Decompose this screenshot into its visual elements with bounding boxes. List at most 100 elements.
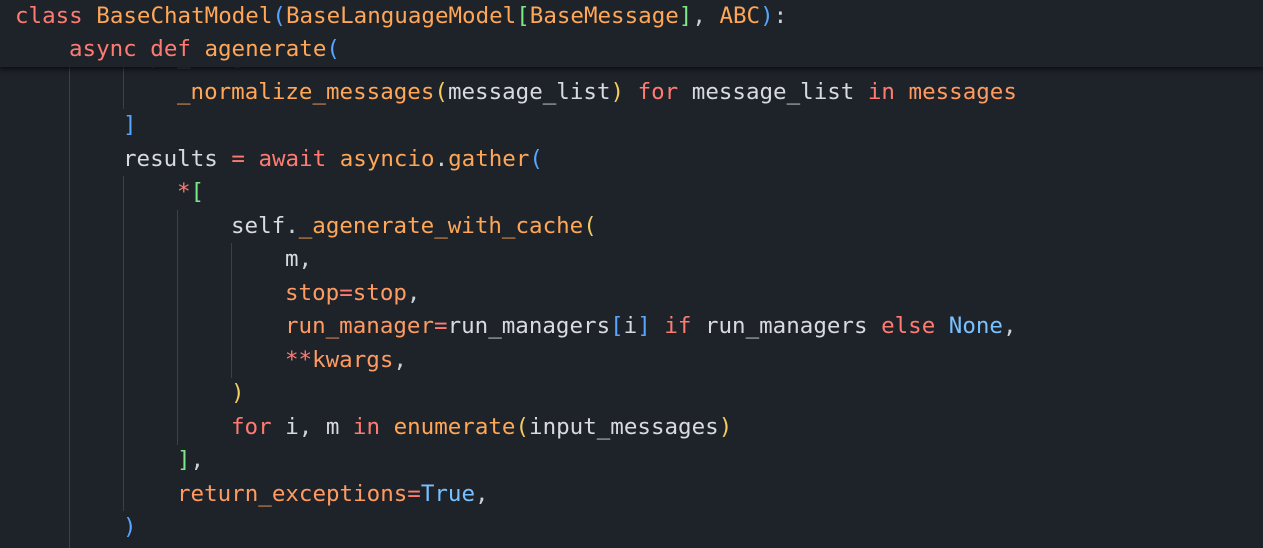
code-line[interactable]: ], (177, 444, 1263, 478)
code-token: in (867, 79, 895, 105)
code-token: True (420, 481, 476, 507)
code-token: = (407, 481, 421, 507)
code-token: ( (326, 36, 340, 62)
code-token: = (434, 313, 448, 339)
code-editor[interactable]: class BaseChatModel(BaseLanguageModel[Ba… (0, 0, 1263, 548)
code-token: ) (123, 514, 137, 540)
code-token: BaseMessage (529, 3, 679, 29)
code-line[interactable]: return_exceptions=True, (177, 478, 1263, 512)
code-token: def (150, 36, 191, 62)
code-token: if (664, 313, 692, 339)
code-token: ( (583, 213, 597, 239)
code-line[interactable]: stop=stop, (285, 277, 1263, 311)
code-token: ] (177, 447, 191, 473)
code-token: for (231, 414, 272, 440)
code-line[interactable]: _normalize_messages(message_list) for me… (177, 76, 1263, 110)
code-token: run_managers (704, 313, 868, 339)
code-token: ** (285, 347, 313, 373)
code-token: BaseLanguageModel (285, 3, 517, 29)
code-token: class (15, 3, 83, 29)
code-token: ( (434, 79, 448, 105)
code-token: None (948, 313, 1003, 339)
code-token: ) (760, 3, 774, 29)
code-token: = (231, 146, 245, 172)
code-token: stop (352, 280, 407, 306)
code-token: = (339, 280, 353, 306)
code-token: , (1002, 313, 1017, 339)
code-token: message_list (447, 79, 611, 105)
code-token: , (190, 447, 205, 473)
code-token: [ (190, 179, 205, 205)
code-token: i (623, 313, 638, 339)
code-token: in (352, 414, 381, 440)
code-token: m (325, 414, 340, 440)
code-line[interactable]: *[ (177, 176, 1263, 210)
code-token: return_exceptions (177, 481, 408, 507)
code-token: ] (637, 313, 651, 339)
sticky-line-class[interactable]: class BaseChatModel(BaseLanguageModel[Ba… (15, 0, 1263, 34)
code-line[interactable]: m, (285, 243, 1263, 277)
code-token: message_list (691, 79, 855, 105)
code-token: , (475, 481, 489, 507)
code-token: ] (123, 112, 137, 138)
indent-guide (177, 210, 178, 445)
code-token: * (177, 179, 191, 205)
code-token: else (881, 313, 936, 339)
code-token: ) (610, 79, 625, 105)
sticky-line-def[interactable]: async def agenerate( (69, 33, 1263, 67)
code-token: run_manager (285, 313, 435, 339)
code-token: ] (678, 3, 693, 29)
code-token: ABC (719, 3, 761, 29)
code-token: ( (272, 3, 286, 29)
code-token: results (123, 146, 218, 172)
code-token: agenerate (204, 36, 327, 62)
code-line[interactable]: self._agenerate_with_cache( (231, 210, 1263, 244)
code-token: ) (718, 414, 733, 440)
code-token: [ (610, 313, 624, 339)
code-token: : (773, 3, 788, 29)
sticky-scroll-header[interactable]: class BaseChatModel(BaseLanguageModel[Ba… (0, 0, 1263, 67)
code-token: await (258, 146, 327, 172)
code-token: , (298, 246, 313, 272)
code-line[interactable]: **kwargs, (285, 344, 1263, 378)
code-token: m (285, 246, 299, 272)
code-token: ( (515, 414, 530, 440)
code-token: BaseChatModel (96, 3, 273, 29)
indent-guide (123, 176, 124, 511)
code-token: ) (231, 380, 245, 406)
code-token: for (637, 79, 679, 105)
code-token: run_managers (447, 313, 611, 339)
code-line[interactable]: ) (231, 377, 1263, 411)
code-token: asyncio (339, 146, 435, 172)
code-line[interactable]: ) (123, 511, 1263, 545)
code-line[interactable]: results = await asyncio.gather( (123, 143, 1263, 177)
code-token: messages (908, 79, 1017, 105)
code-line[interactable]: for i, m in enumerate(input_messages) (231, 411, 1263, 445)
code-token: self (231, 213, 286, 239)
code-token: gather (448, 146, 530, 172)
code-token: async (69, 36, 137, 62)
code-token: [ (516, 3, 530, 29)
code-token: . (434, 146, 449, 172)
code-line[interactable]: run_manager=run_managers[i] if run_manag… (285, 310, 1263, 344)
code-line[interactable]: ] (123, 109, 1263, 143)
code-token: i (285, 414, 299, 440)
code-token: enumerate (393, 414, 516, 440)
code-token: _normalize_messages (177, 79, 435, 105)
